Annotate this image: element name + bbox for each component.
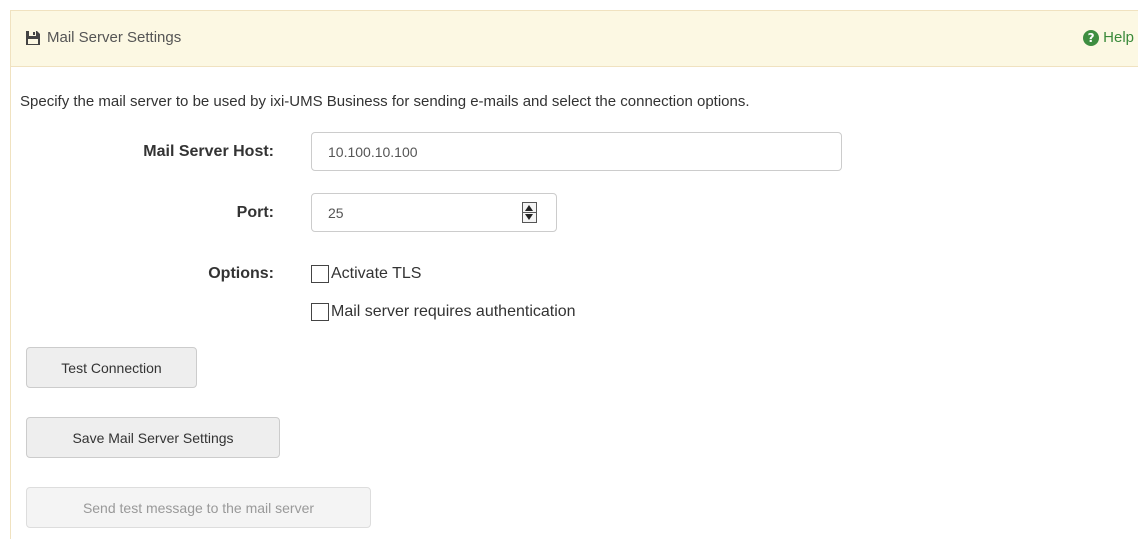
spin-down-icon[interactable] [525, 214, 533, 220]
panel-title-text: Mail Server Settings [47, 29, 182, 46]
spinner-divider [523, 212, 536, 213]
panel-title: Mail Server Settings [25, 29, 181, 46]
mail-server-host-input[interactable] [311, 132, 842, 171]
save-settings-button[interactable]: Save Mail Server Settings [26, 417, 280, 458]
save-icon [25, 30, 41, 46]
port-stepper[interactable]: 25 [311, 193, 557, 232]
activate-tls-label[interactable]: Activate TLS [331, 265, 421, 283]
port-label: Port: [236, 204, 274, 221]
mail-server-settings-panel: Mail Server Settings ? Help Specify the … [10, 10, 1138, 539]
options-label: Options: [208, 265, 274, 282]
mail-server-host-label: Mail Server Host: [143, 143, 274, 160]
requires-auth-label[interactable]: Mail server requires authentication [331, 303, 576, 321]
spin-up-icon[interactable] [525, 205, 533, 211]
description-text: Specify the mail server to be used by ix… [20, 93, 750, 110]
question-circle-icon: ? [1083, 29, 1100, 46]
port-spinner[interactable] [522, 202, 537, 223]
requires-auth-checkbox[interactable] [311, 303, 329, 321]
help-link[interactable]: ? Help [1083, 29, 1134, 46]
activate-tls-option[interactable]: Activate TLS [311, 265, 421, 283]
requires-auth-option[interactable]: Mail server requires authentication [311, 303, 576, 321]
panel-header: Mail Server Settings ? Help [11, 11, 1138, 67]
help-label: Help [1103, 29, 1134, 46]
test-connection-button[interactable]: Test Connection [26, 347, 197, 388]
activate-tls-checkbox[interactable] [311, 265, 329, 283]
send-test-message-button[interactable]: Send test message to the mail server [26, 487, 371, 528]
port-value[interactable]: 25 [328, 205, 344, 221]
